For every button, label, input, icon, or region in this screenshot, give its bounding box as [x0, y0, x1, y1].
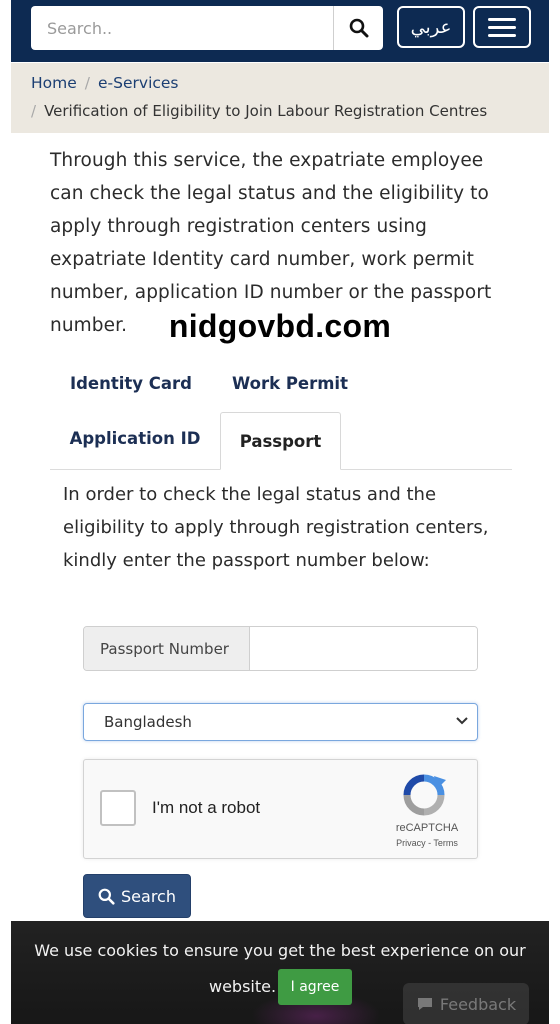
- country-select[interactable]: Bangladesh: [83, 703, 478, 741]
- cookie-agree-button[interactable]: I agree: [278, 969, 352, 1005]
- breadcrumb-eservices-link[interactable]: e-Services: [98, 74, 179, 92]
- breadcrumb-current-page: Verification of Eligibility to Join Labo…: [44, 102, 488, 120]
- tab-identity-card[interactable]: Identity Card: [64, 366, 198, 400]
- watermark-text: nidgovbd.com: [168, 308, 392, 344]
- tab-application-id[interactable]: Application ID: [60, 420, 210, 456]
- passport-instructions: In order to check the legal status and t…: [63, 484, 489, 571]
- breadcrumb-row: / Verification of Eligibility to Join La…: [31, 97, 529, 125]
- search-box: [31, 6, 383, 50]
- recaptcha-privacy-terms[interactable]: Privacy - Terms: [382, 838, 472, 848]
- search-button-label: Search: [121, 886, 176, 906]
- passport-number-label: Passport Number: [84, 627, 250, 670]
- search-icon: [349, 18, 368, 38]
- feedback-button[interactable]: Feedback: [403, 983, 529, 1024]
- recaptcha-widget: I'm not a robot reCAPTCHA Privacy - Term…: [83, 759, 478, 859]
- recaptcha-logo-icon: [403, 774, 446, 816]
- cookie-message: We use cookies to ensure you get the bes…: [34, 941, 526, 960]
- recaptcha-checkbox[interactable]: [100, 790, 136, 826]
- breadcrumb-home-link[interactable]: Home: [31, 74, 77, 92]
- breadcrumb-separator: /: [84, 74, 91, 92]
- hamburger-line: [488, 33, 516, 37]
- search-button[interactable]: [333, 6, 383, 50]
- country-selected-value: Bangladesh: [104, 713, 192, 731]
- chat-bubble-icon: [417, 998, 432, 1010]
- breadcrumb-separator: /: [31, 102, 37, 120]
- passport-number-input[interactable]: [250, 627, 477, 670]
- search-input[interactable]: [31, 6, 333, 50]
- recaptcha-label: I'm not a robot: [152, 798, 261, 817]
- tab-passport[interactable]: Passport: [220, 412, 341, 470]
- chevron-down-icon: [456, 717, 468, 725]
- language-toggle-button[interactable]: عربي: [397, 6, 465, 48]
- passport-number-group: Passport Number: [83, 626, 478, 671]
- cookie-message-end: website.: [209, 977, 277, 996]
- feedback-label: Feedback: [439, 994, 517, 1014]
- breadcrumb-row: Home / e-Services: [31, 71, 529, 95]
- recaptcha-brand: reCAPTCHA: [395, 822, 459, 834]
- tab-work-permit[interactable]: Work Permit: [226, 366, 354, 400]
- hamburger-menu-button[interactable]: [473, 6, 531, 48]
- passport-search-button[interactable]: Search: [83, 874, 191, 918]
- top-header: عربي: [11, 0, 549, 62]
- hamburger-menu-icon: [488, 17, 516, 21]
- hamburger-line: [488, 25, 516, 29]
- cookie-consent-bar: Feedback We use cookies to ensure you ge…: [11, 921, 549, 1024]
- search-icon: [98, 888, 115, 905]
- breadcrumb: Home / e-Services / Verification of Elig…: [11, 63, 549, 133]
